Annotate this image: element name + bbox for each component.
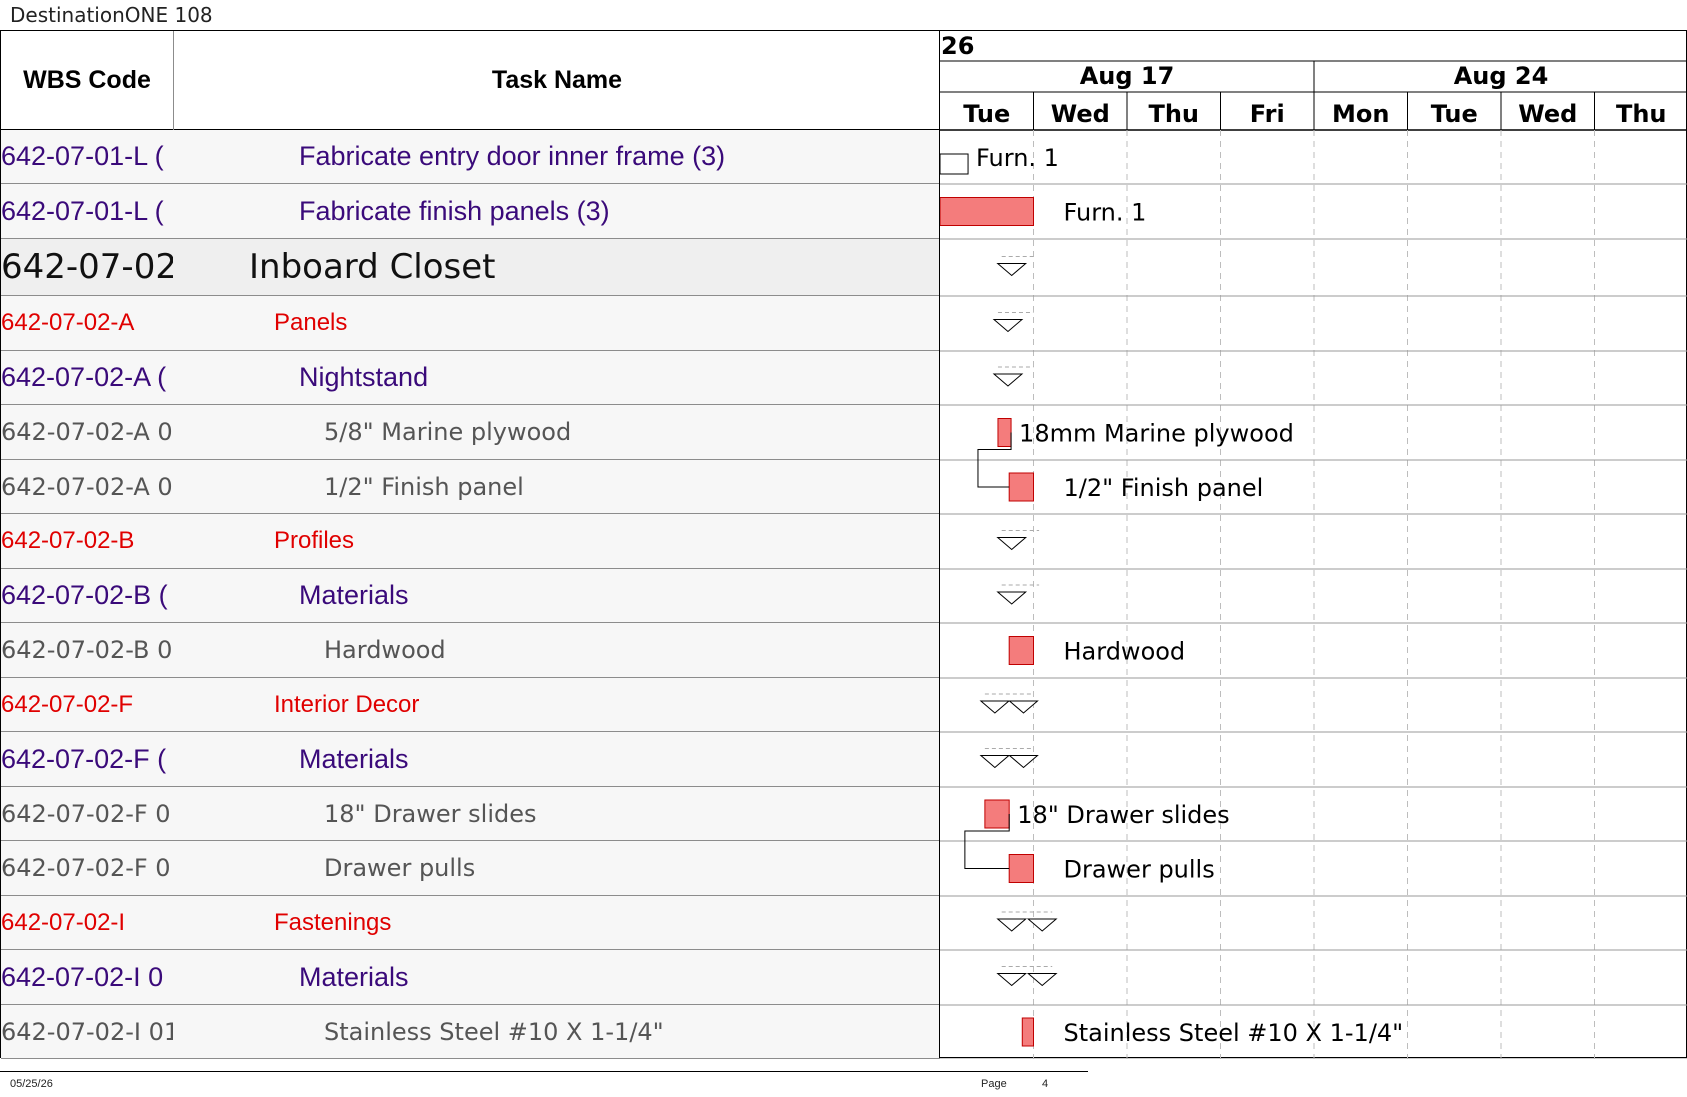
- day-label: Thu: [1616, 100, 1667, 128]
- task-name-cell: Materials: [299, 580, 409, 610]
- table-row[interactable]: 642-07-02 Inboard Closet: [1, 239, 940, 296]
- summary-marker: [996, 918, 1028, 932]
- task-name-cell: Fastenings: [274, 908, 392, 936]
- table-row[interactable]: 642-07-02-F Interior Decor: [1, 678, 940, 732]
- timescale-top-label: 26: [941, 32, 974, 60]
- wbs-code-cell: 642-07-01-L (: [1, 141, 164, 171]
- wbs-code-cell: 642-07-02-A (: [1, 362, 167, 392]
- summary-marker: [996, 537, 1028, 551]
- task-name-cell: Panels: [274, 309, 348, 336]
- summary-marker: [996, 591, 1028, 605]
- wbs-code-cell: 642-07-02-A 0: [1, 472, 173, 501]
- task-name-cell: Inboard Closet: [249, 247, 496, 287]
- day-label: Wed: [1051, 100, 1110, 128]
- summary-marker: [996, 263, 1028, 277]
- day-label: Thu: [1148, 100, 1199, 128]
- footer-rule: [0, 1071, 1088, 1072]
- document-title: DestinationONE 108: [10, 3, 213, 27]
- task-name-cell: Nightstand: [299, 362, 429, 392]
- task-bar: [984, 799, 1010, 829]
- gantt-svg: 26 Aug 17 Aug 24 Tue Wed Thu Fri Mon Tue Wed Thu Fu…: [940, 32, 1687, 1059]
- table-row[interactable]: 642-07-02-I 01 Stainless Steel #10 X 1-1/…: [1, 1005, 940, 1059]
- bar-label: Stainless Steel #10 X 1-1/4": [1064, 1019, 1404, 1047]
- task-bar: [1008, 472, 1035, 502]
- table-row[interactable]: 642-07-02-A 0 1/2" Finish panel: [1, 460, 940, 514]
- task-name-cell: Materials: [299, 743, 409, 774]
- summary-marker: [1026, 973, 1058, 987]
- task-name-cell: Profiles: [274, 527, 355, 554]
- table-row[interactable]: 642-07-02-B 0 Hardwood: [1, 623, 940, 678]
- table-row[interactable]: 642-07-01-L ( Fabricate finish panels (3): [1, 184, 940, 239]
- footer-page-number: 4: [1042, 1078, 1049, 1090]
- wbs-code-cell: 642-07-02-B: [1, 527, 135, 554]
- summary-marker: [996, 973, 1028, 987]
- week-label: Aug 24: [1454, 62, 1549, 90]
- wbs-code-cell: 642-07-02-F 01: [1, 854, 173, 882]
- task-table: WBS Code Task Name 642-07-01-L ( Fabricat…: [0, 30, 940, 1059]
- table-row[interactable]: 642-07-02-B Profiles: [1, 514, 940, 569]
- footer-page-label: Page: [981, 1078, 1007, 1090]
- wbs-code-header[interactable]: WBS Code: [1, 31, 173, 130]
- summary-marker: [979, 755, 1011, 769]
- day-label: Tue: [1431, 100, 1478, 128]
- wbs-code-cell: 642-07-02-I 0: [1, 961, 164, 992]
- table-row[interactable]: 642-07-02-B ( Materials: [1, 569, 940, 623]
- wbs-code-cell: 642-07-02-F (: [1, 743, 167, 774]
- task-bar: [1008, 854, 1035, 883]
- task-bar: [940, 197, 1034, 226]
- table-row[interactable]: 642-07-02-F ( Materials: [1, 732, 940, 787]
- task-name-cell: Fabricate entry door inner frame (3): [299, 141, 726, 171]
- wbs-code-cell: 642-07-02-F: [1, 690, 134, 718]
- table-row[interactable]: 642-07-02-F 01 Drawer pulls: [1, 841, 940, 896]
- bar-label: 1/2" Finish panel: [1064, 474, 1264, 502]
- table-row[interactable]: 642-07-02-A Panels: [1, 296, 940, 351]
- gantt-report-page: DestinationONE 108 WBS Code Task Name 64…: [0, 0, 1687, 1097]
- table-row[interactable]: 642-07-02-A 0 5/8" Marine plywood: [1, 405, 940, 460]
- table-row[interactable]: 642-07-02-I 0 Materials: [1, 950, 940, 1005]
- summary-marker: [1026, 918, 1058, 932]
- summary-marker: [979, 700, 1011, 714]
- bar-label: Drawer pulls: [1064, 856, 1215, 884]
- week-label: Aug 17: [1080, 62, 1175, 90]
- day-label: Mon: [1332, 100, 1389, 128]
- task-name-cell: Fabricate finish panels (3): [299, 195, 610, 226]
- task-name-cell: Interior Decor: [274, 690, 420, 718]
- summary-marker: [992, 319, 1024, 333]
- table-row[interactable]: 642-07-02-I Fastenings: [1, 896, 940, 950]
- wbs-code-cell: 642-07-02: [1, 247, 173, 287]
- task-name-header[interactable]: Task Name: [174, 31, 940, 130]
- table-row[interactable]: 642-07-01-L ( Fabricate entry door inner …: [1, 130, 940, 184]
- wbs-code-cell: 642-07-02-F 01: [1, 799, 173, 828]
- wbs-code-cell: 642-07-02-I: [1, 908, 126, 936]
- task-bar: [997, 418, 1012, 447]
- footer-date: 05/25/26: [10, 1078, 53, 1090]
- table-row[interactable]: 642-07-02-A ( Nightstand: [1, 351, 940, 405]
- task-name-cell: Materials: [299, 961, 409, 992]
- day-label: Tue: [963, 100, 1010, 128]
- wbs-code-cell: 642-07-02-A 0: [1, 418, 173, 446]
- task-bar-outline: [940, 153, 969, 175]
- bar-label: Hardwood: [1064, 638, 1186, 666]
- table-row[interactable]: 642-07-02-F 01 18" Drawer slides: [1, 787, 940, 841]
- bar-label: Furn. 1: [976, 144, 1059, 172]
- wbs-code-cell: 642-07-02-A: [1, 309, 135, 336]
- day-label: Wed: [1518, 100, 1577, 128]
- summary-marker: [992, 373, 1024, 387]
- bar-label: Furn. 1: [1064, 199, 1147, 227]
- task-bar: [1008, 636, 1035, 665]
- gantt-chart: 26 Aug 17 Aug 24 Tue Wed Thu Fri Mon Tue Wed Thu Fu…: [939, 30, 1687, 1059]
- bar-label: 18" Drawer slides: [1017, 801, 1229, 829]
- wbs-code-cell: 642-07-01-L (: [1, 195, 164, 226]
- bar-label: 18mm Marine plywood: [1019, 420, 1294, 448]
- wbs-code-cell: 642-07-02-B 0: [1, 636, 173, 664]
- task-bar: [1021, 1017, 1034, 1047]
- day-label: Fri: [1250, 100, 1285, 128]
- wbs-code-cell: 642-07-02-B (: [1, 580, 168, 610]
- wbs-code-cell: 642-07-02-I 01: [1, 1017, 173, 1046]
